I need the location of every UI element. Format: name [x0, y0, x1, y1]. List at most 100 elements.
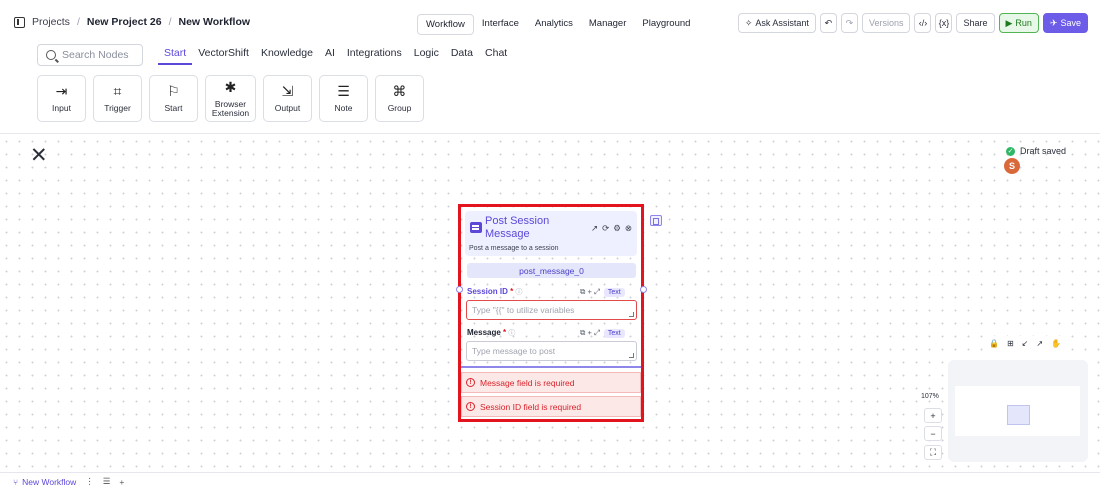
required-marker: *: [503, 328, 507, 337]
required-marker: *: [510, 287, 514, 296]
play-icon: ▶: [1005, 17, 1013, 28]
message-input[interactable]: Type message to post: [466, 341, 637, 361]
versions-button[interactable]: Versions: [861, 13, 911, 33]
error-text: Session ID field is required: [480, 401, 582, 412]
puzzle-icon: ✱: [224, 78, 237, 95]
close-circle-icon[interactable]: ⊗: [625, 223, 632, 234]
field-label-text: Session ID: [467, 287, 508, 296]
session-id-input[interactable]: Type "{{" to utilize variables: [466, 300, 637, 320]
settings-icon[interactable]: ⚙: [613, 223, 621, 234]
variables-button[interactable]: {x}: [935, 13, 953, 33]
error-icon: !: [466, 378, 475, 387]
category-tab-start[interactable]: Start: [158, 47, 193, 65]
category-tabs: Start VectorShift Knowledge AI Integrati…: [158, 47, 513, 65]
node-group-button[interactable]: ⌘ Group: [375, 75, 424, 122]
crop-trigger-icon: ⌗: [113, 83, 122, 100]
expand-icon[interactable]: ↗: [1036, 339, 1043, 348]
redo-icon: ↷: [845, 17, 854, 28]
draft-status-text: Draft saved: [1020, 146, 1067, 156]
breadcrumb-project[interactable]: New Project 26: [87, 16, 162, 28]
node-note-button[interactable]: ☰ Note: [319, 75, 368, 122]
save-button[interactable]: ✈ Save: [1042, 13, 1088, 33]
code-button[interactable]: ‹/›: [914, 13, 932, 33]
node-description: Post a message to a session: [469, 245, 559, 252]
output-port-handle[interactable]: [640, 286, 647, 293]
save-label: Save: [1060, 18, 1081, 28]
expand-icon[interactable]: ↗: [591, 223, 598, 234]
tab-analytics[interactable]: Analytics: [527, 14, 581, 35]
add-tab-icon[interactable]: +: [119, 477, 124, 487]
run-button[interactable]: ▶ Run: [998, 13, 1039, 33]
field-tool-icons[interactable]: ⧉ + ⤢: [580, 287, 600, 297]
search-placeholder: Search Nodes: [62, 49, 129, 61]
ask-assistant-button[interactable]: ✧ Ask Assistant: [737, 13, 816, 33]
breadcrumb-projects[interactable]: Projects: [32, 16, 70, 28]
type-chip[interactable]: Text: [603, 287, 625, 297]
type-chip[interactable]: Text: [603, 328, 625, 338]
tab-interface[interactable]: Interface: [474, 14, 527, 35]
category-tab-logic[interactable]: Logic: [408, 47, 445, 65]
top-actions: ✧ Ask Assistant ↶ ↷ Versions ‹/› {x} Sha…: [737, 13, 1088, 33]
node-start-button[interactable]: ⚐ Start: [149, 75, 198, 122]
breadcrumb-separator: /: [168, 16, 172, 28]
category-tab-knowledge[interactable]: Knowledge: [255, 47, 319, 65]
node-trigger-button[interactable]: ⌗ Trigger: [93, 75, 142, 122]
tab-playground[interactable]: Playground: [634, 14, 698, 35]
rocket-icon: ✈: [1049, 17, 1058, 28]
code-icon: ‹/›: [918, 18, 928, 28]
message-tools: ⧉ + ⤢ Text: [580, 328, 625, 338]
info-icon: ⓘ: [508, 330, 516, 337]
node-label: Input: [52, 103, 71, 114]
close-icon[interactable]: ✕: [30, 145, 48, 166]
ask-assistant-label: Ask Assistant: [755, 18, 809, 28]
zoom-in-button[interactable]: +: [924, 408, 942, 423]
check-icon: ✓: [1006, 146, 1015, 156]
input-icon: ⇥: [55, 83, 68, 100]
node-label: Start: [164, 103, 183, 114]
redo-button[interactable]: ↷: [840, 13, 858, 33]
avatar[interactable]: S: [1004, 158, 1020, 174]
group-icon: ⌘: [392, 83, 407, 100]
node-input-button[interactable]: ⇥ Input: [37, 75, 86, 122]
node-header[interactable]: Post Session Message Post a message to a…: [465, 211, 637, 256]
node-label: Note: [334, 103, 353, 114]
node-label: Trigger: [104, 103, 131, 114]
workflow-tab[interactable]: ⑂ New Workflow: [13, 477, 76, 487]
fit-view-button[interactable]: ⛶: [924, 445, 942, 460]
node-side-panel-icon[interactable]: [650, 215, 662, 226]
share-button[interactable]: Share: [956, 13, 995, 33]
node-title: Post Session Message: [485, 215, 550, 240]
node-name-field[interactable]: post_message_0: [467, 263, 636, 278]
category-tab-integrations[interactable]: Integrations: [341, 47, 408, 65]
tab-workflow[interactable]: Workflow: [417, 14, 474, 35]
undo-button[interactable]: ↶: [819, 13, 837, 33]
mode-tabs: Workflow Interface Analytics Manager Pla…: [417, 14, 698, 35]
undo-icon: ↶: [824, 17, 833, 28]
zoom-out-button[interactable]: −: [924, 426, 942, 441]
refresh-icon[interactable]: ⟳: [602, 223, 609, 234]
info-icon: ⓘ: [515, 289, 523, 296]
collapse-icon[interactable]: ↙: [1022, 339, 1029, 348]
node-browser-extension-button[interactable]: ✱ Browser Extension: [205, 75, 256, 122]
field-tool-icons[interactable]: ⧉ + ⤢: [580, 328, 600, 338]
field-label-text: Message: [467, 328, 501, 337]
hand-icon[interactable]: ✋: [1051, 339, 1061, 348]
category-tab-ai[interactable]: AI: [319, 47, 341, 65]
lock-icon[interactable]: 🔒: [989, 339, 999, 348]
minimap-node: [1007, 405, 1030, 425]
sidebar-toggle-icon[interactable]: [14, 16, 25, 28]
breadcrumb-workflow[interactable]: New Workflow: [178, 16, 250, 28]
node-toolbar: Search Nodes Start VectorShift Knowledge…: [0, 38, 1100, 134]
node-divider: [461, 366, 641, 368]
list-icon[interactable]: ☰: [103, 476, 111, 487]
grid-icon[interactable]: ⊞: [1007, 339, 1014, 348]
node-output-button[interactable]: ⇲ Output: [263, 75, 312, 122]
category-tab-vectorshift[interactable]: VectorShift: [192, 47, 255, 65]
search-input[interactable]: Search Nodes: [37, 44, 143, 66]
category-tab-data[interactable]: Data: [445, 47, 479, 65]
more-options-icon[interactable]: ⋮: [85, 476, 94, 487]
category-tab-chat[interactable]: Chat: [479, 47, 513, 65]
tab-manager[interactable]: Manager: [581, 14, 635, 35]
input-port-handle[interactable]: [456, 286, 463, 293]
zoom-level: 107%: [921, 393, 939, 400]
